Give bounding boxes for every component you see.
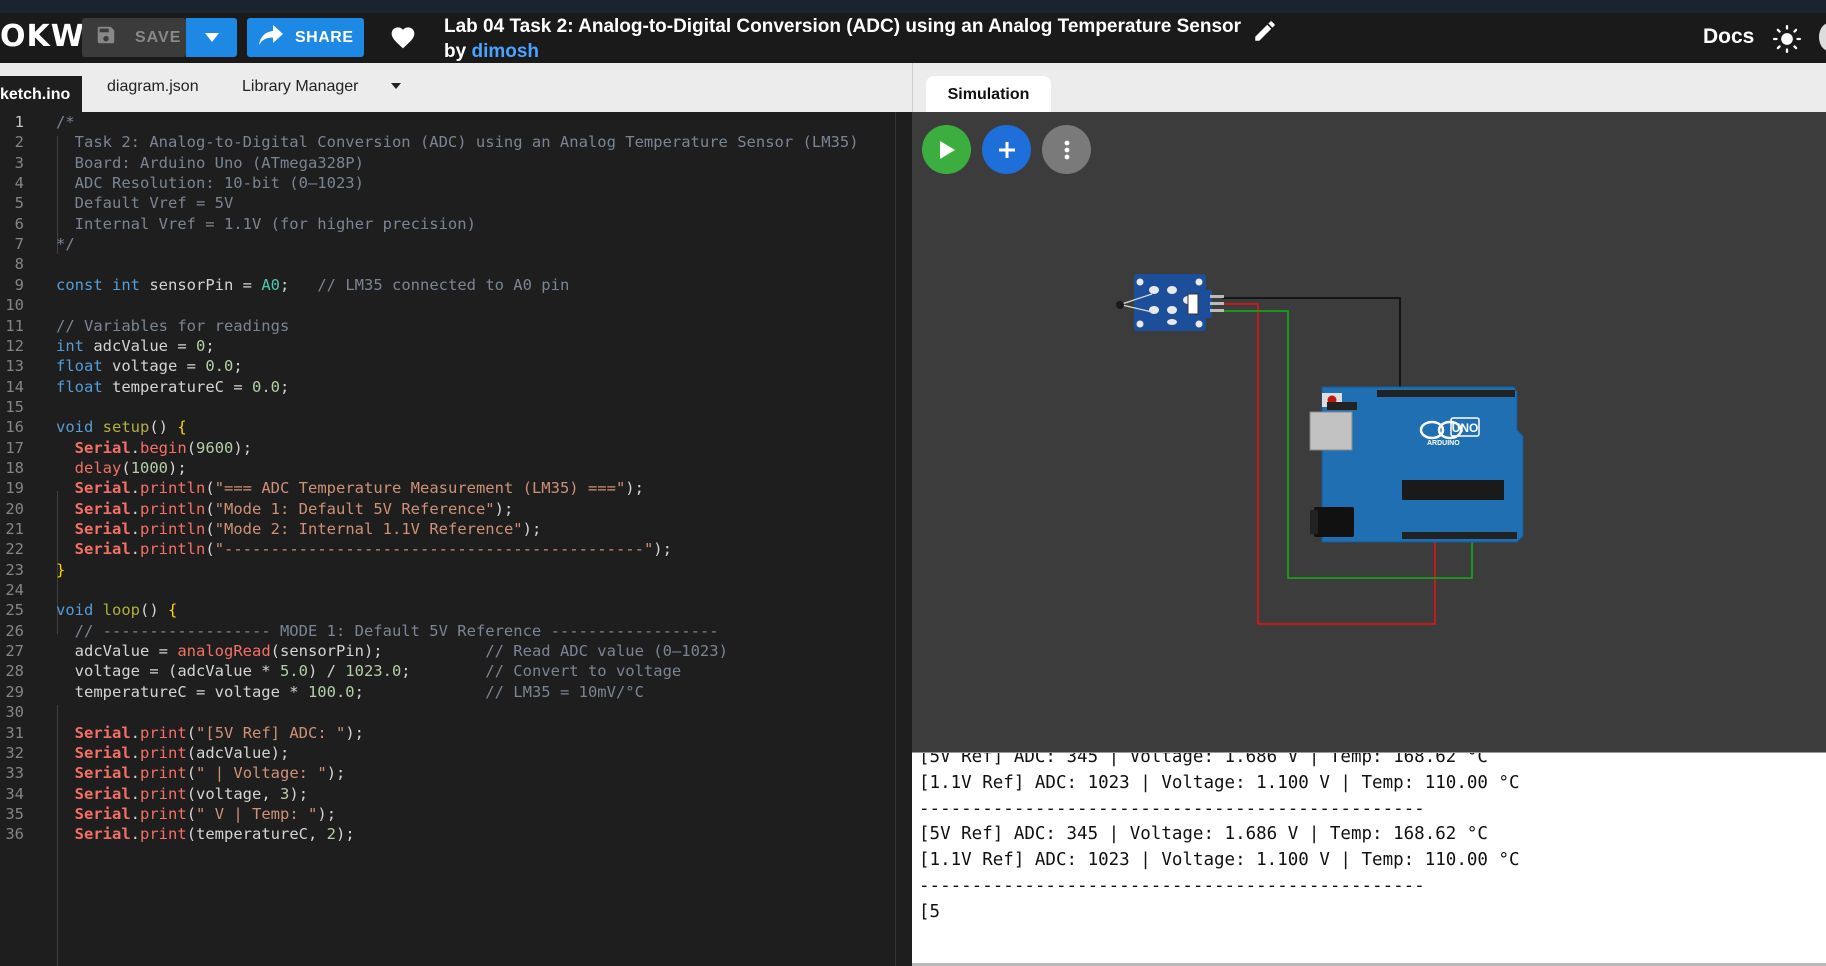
board-brand: ARDUINO	[1427, 440, 1460, 447]
tab-sketch-ino[interactable]: ketch.ino	[0, 76, 82, 112]
save-button[interactable]: SAVE	[82, 18, 186, 57]
author-link[interactable]: dimosh	[471, 41, 539, 62]
save-label: SAVE	[135, 28, 182, 46]
tab-simulation[interactable]: Simulation	[926, 76, 1051, 112]
chevron-down-icon	[204, 29, 219, 47]
share-label: SHARE	[295, 28, 354, 46]
circuit-diagram: UNO ARDUINO	[1116, 274, 1524, 625]
serial-output-line: ----------------------------------------…	[919, 876, 1425, 896]
share-icon	[259, 25, 283, 50]
project-author-line: by dimosh	[444, 41, 539, 63]
by-prefix: by	[444, 41, 467, 62]
tab-diagram-json[interactable]: diagram.json	[107, 78, 199, 96]
lm35-sensor-module	[1116, 274, 1224, 331]
top-bar: OKWi SAVE SHARE Lab 04 Task 2: Analog-to…	[0, 0, 1826, 63]
editor-tab-bar: ketch.ino diagram.json Library Manager	[0, 63, 912, 112]
code-editor[interactable]: 1/* 2 Task 2: Analog-to-Digital Conversio…	[0, 112, 912, 966]
save-dropdown-button[interactable]	[186, 18, 237, 57]
serial-output-line: [5V Ref] ADC: 345 | Voltage: 1.686 V | T…	[919, 824, 1488, 845]
line-number: 36	[5, 825, 24, 844]
docs-link[interactable]: Docs	[1703, 25, 1754, 49]
user-avatar[interactable]	[1819, 23, 1826, 51]
serial-output-line: [5V Ref] ADC: 345 | Voltage: 1.686 V | T…	[919, 752, 1488, 767]
tab-library-manager[interactable]: Library Manager	[242, 78, 359, 96]
tabs-menu-caret-icon[interactable]	[391, 83, 401, 89]
serial-output-line: [1.1V Ref] ADC: 1023 | Voltage: 1.100 V …	[919, 772, 1520, 793]
serial-output-line: [1.1V Ref] ADC: 1023 | Voltage: 1.100 V …	[919, 850, 1520, 871]
save-icon	[95, 24, 117, 51]
serial-output-line: ----------------------------------------…	[919, 798, 1425, 819]
serial-output-line: [5	[919, 901, 941, 922]
code-line[interactable]: 36 Serial.print(temperatureC, 2);	[0, 823, 912, 847]
pencil-icon[interactable]	[1252, 18, 1278, 49]
project-title: Lab 04 Task 2: Analog-to-Digital Convers…	[444, 16, 1242, 37]
share-button[interactable]: SHARE	[247, 18, 364, 57]
code-text: Serial.print(temperatureC, 2);	[74, 825, 355, 844]
simulation-canvas[interactable]: UNO ARDUINO	[912, 112, 1826, 752]
arduino-uno-board: UNO ARDUINO	[1309, 386, 1524, 543]
board-label: UNO	[1452, 421, 1479, 435]
simulation-tab-bar: Simulation	[912, 63, 1826, 112]
theme-toggle-sun-icon[interactable]	[1773, 25, 1801, 58]
heart-icon[interactable]	[389, 24, 417, 54]
serial-monitor[interactable]: [5V Ref] ADC: 345 | Voltage: 1.686 V | T…	[912, 752, 1826, 966]
